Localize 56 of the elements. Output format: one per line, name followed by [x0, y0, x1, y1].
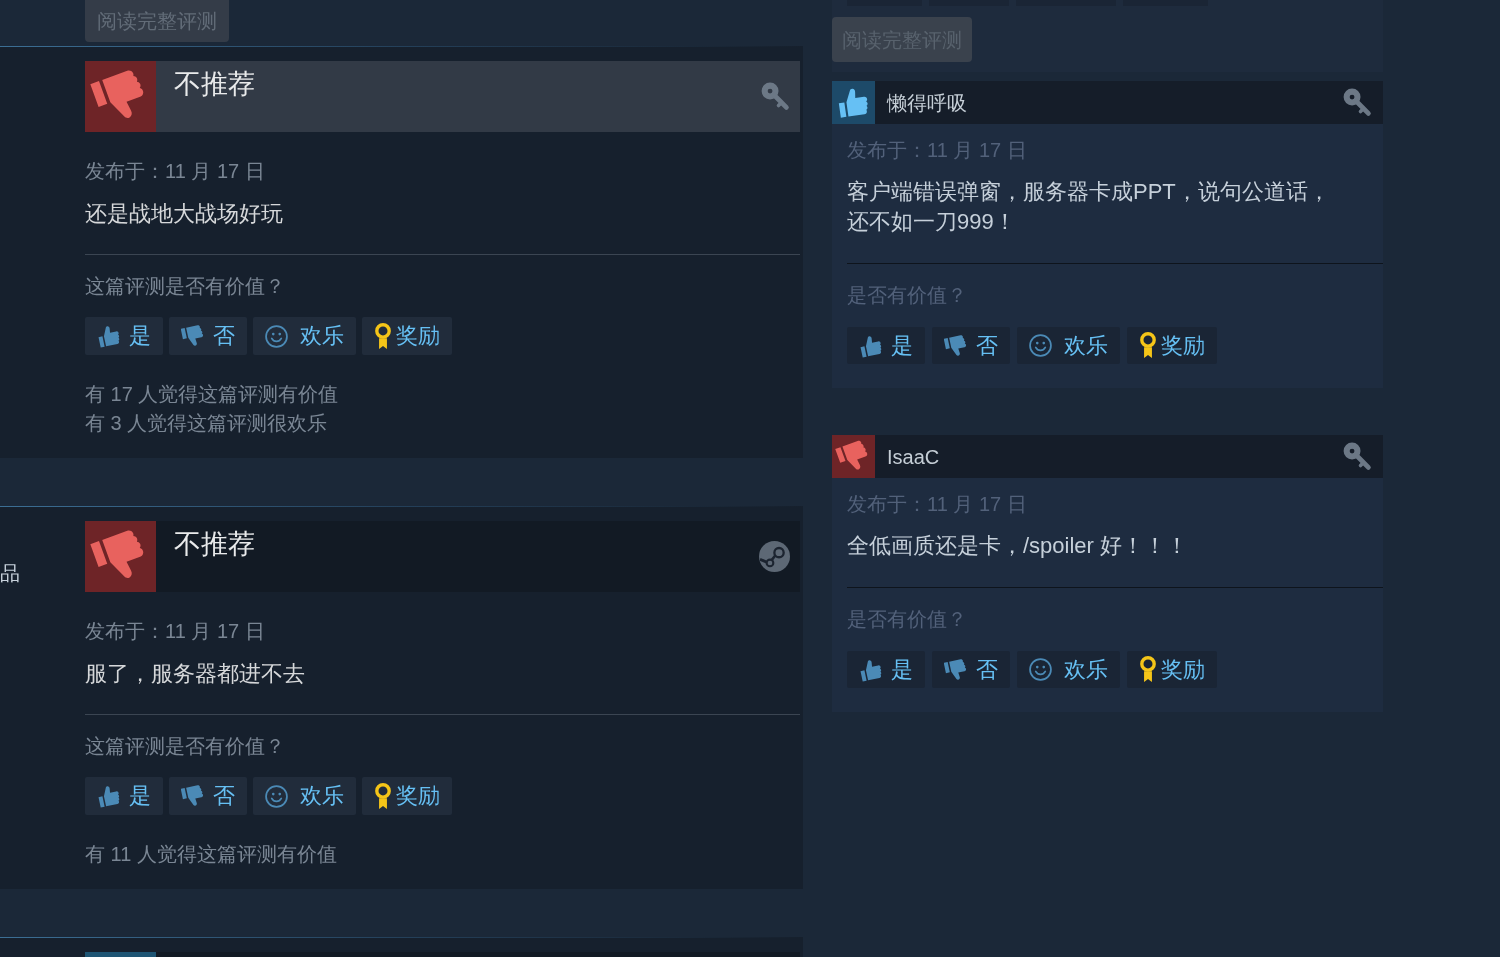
no-button[interactable]: 否: [932, 327, 1010, 364]
funny-button[interactable]: 欢乐: [253, 777, 356, 816]
review-text: 服了，服务器都进不去: [85, 660, 305, 689]
funny-button[interactable]: 欢乐: [253, 317, 356, 356]
review-date: 发布于：11 月 17 日: [85, 619, 265, 645]
yes-button[interactable]: 是: [85, 777, 163, 816]
review-text: 还是战地大战场好玩: [85, 200, 283, 229]
award-button[interactable]: 奖励: [362, 777, 452, 816]
author-name: 懒得呼吸: [887, 90, 967, 116]
helpful-question: 是否有价值？: [847, 607, 967, 632]
smiley-icon: [265, 324, 288, 348]
key-icon: [761, 82, 790, 112]
thumbs-up-icon: [859, 657, 883, 682]
award-button[interactable]: 奖励: [1127, 651, 1217, 688]
medal-icon: [1139, 656, 1157, 683]
no-button[interactable]: 否: [169, 317, 247, 356]
review-text: 客户端错误弹窗，服务器卡成PPT，说句公道话，还不如一刀999！: [847, 178, 1331, 236]
yes-button[interactable]: 是: [85, 317, 163, 356]
thumbs-down-icon: [181, 784, 205, 809]
award-button[interactable]: 奖励: [1127, 327, 1217, 364]
review-date: 发布于：11 月 17 日: [847, 492, 1027, 517]
key-icon: [1343, 442, 1372, 471]
key-icon: [1343, 88, 1372, 117]
no-button[interactable]: 否: [169, 777, 247, 816]
smiley-icon: [265, 784, 288, 808]
review-date: 发布于：11 月 17 日: [85, 159, 265, 185]
thumbs-up-icon: [97, 324, 121, 349]
helpful-count: 有 17 人觉得这篇评测有价值: [85, 382, 339, 408]
thumbs-down-icon: [944, 657, 968, 682]
award-button[interactable]: 奖励: [362, 317, 452, 356]
smiley-icon: [1029, 334, 1052, 357]
review-text: 全低画质还是卡，/spoiler 好！！！: [847, 532, 1189, 560]
medal-icon: [374, 782, 392, 810]
smiley-icon: [1029, 658, 1052, 681]
review-verdict: 不推荐: [174, 528, 255, 562]
funny-button[interactable]: 欢乐: [1017, 327, 1120, 364]
helpful-question: 这篇评测是否有价值？: [85, 734, 285, 760]
steam-logo-icon: [759, 541, 790, 573]
helpful-count: 有 11 人觉得这篇评测有价值: [85, 842, 337, 868]
thumbs-up-icon: [97, 784, 121, 809]
thumbs-down-icon: [944, 333, 968, 358]
no-button[interactable]: 否: [932, 651, 1010, 688]
thumbs-down-icon: [181, 324, 205, 349]
yes-button[interactable]: 是: [847, 327, 925, 364]
yes-button[interactable]: 是: [847, 651, 925, 688]
helpful-question: 这篇评测是否有价值？: [85, 274, 285, 300]
review-verdict: 不推荐: [174, 68, 255, 102]
funny-button[interactable]: 欢乐: [1017, 651, 1120, 688]
medal-icon: [374, 322, 392, 350]
helpful-question: 是否有价值？: [847, 283, 967, 308]
medal-icon: [1139, 332, 1157, 359]
sidebar-text: 品: [0, 561, 20, 587]
helpful-count: 有 3 人觉得这篇评测很欢乐: [85, 411, 328, 437]
author-name: IsaaC: [887, 444, 940, 470]
thumbs-up-icon: [859, 333, 883, 358]
review-date: 发布于：11 月 17 日: [847, 138, 1027, 163]
